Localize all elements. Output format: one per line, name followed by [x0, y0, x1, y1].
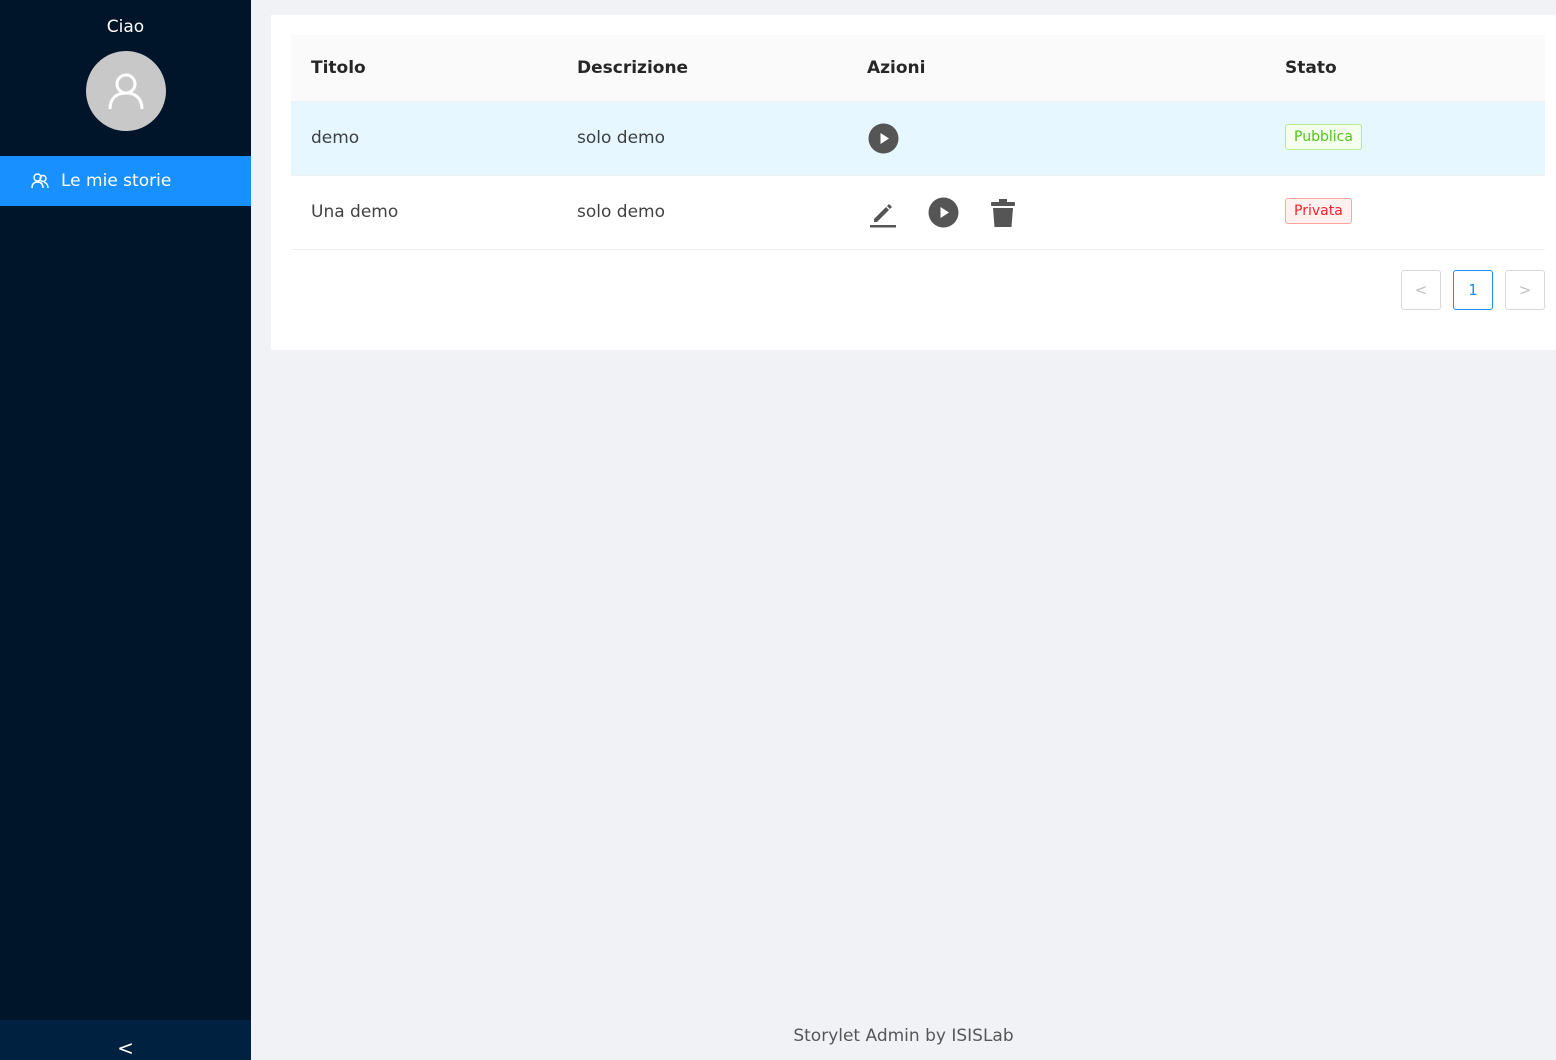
sidebar: Ciao Le mie storie < — [0, 0, 251, 1060]
cell-description: solo demo — [577, 202, 665, 222]
user-icon — [108, 73, 144, 110]
column-header-titolo: Titolo — [311, 58, 366, 78]
footer-text: Storylet Admin by ISISLab — [793, 1026, 1014, 1046]
chevron-left-icon: < — [117, 1036, 134, 1060]
column-header-stato: Stato — [1285, 58, 1337, 78]
sidebar-collapse-button[interactable]: < — [0, 1020, 251, 1060]
cell-title: Una demo — [311, 202, 399, 222]
delete-icon[interactable] — [987, 197, 1019, 229]
avatar — [86, 51, 166, 131]
play-icon[interactable] — [927, 197, 959, 229]
column-header-descrizione: Descrizione — [577, 58, 689, 78]
status-badge: Pubblica — [1285, 124, 1362, 150]
cell-description: solo demo — [577, 128, 665, 148]
status-badge: Privata — [1285, 198, 1352, 224]
pagination-page-button[interactable]: 1 — [1453, 270, 1493, 310]
table-row[interactable]: demo solo demo Pubblica — [291, 102, 1545, 176]
sidebar-item-label: Le mie storie — [61, 171, 172, 191]
content-card: Titolo Descrizione Azioni Stato demo sol… — [271, 15, 1556, 350]
stories-table: Titolo Descrizione Azioni Stato demo sol… — [291, 35, 1545, 250]
column-header-azioni: Azioni — [867, 58, 926, 78]
pagination-next-button[interactable]: > — [1505, 270, 1545, 310]
play-icon[interactable] — [867, 123, 899, 155]
cell-actions — [867, 102, 927, 175]
cell-title: demo — [311, 128, 360, 148]
pagination-prev-button[interactable]: < — [1401, 270, 1441, 310]
table-row[interactable]: Una demo solo demo Privata — [291, 176, 1545, 250]
table-header: Titolo Descrizione Azioni Stato — [291, 35, 1545, 102]
greeting-text: Ciao — [106, 17, 145, 37]
users-icon — [31, 172, 49, 190]
pagination: < 1 > — [1389, 270, 1545, 310]
edit-icon[interactable] — [867, 197, 899, 229]
sidebar-item-le-mie-storie[interactable]: Le mie storie — [0, 156, 251, 206]
cell-actions — [867, 176, 1047, 249]
